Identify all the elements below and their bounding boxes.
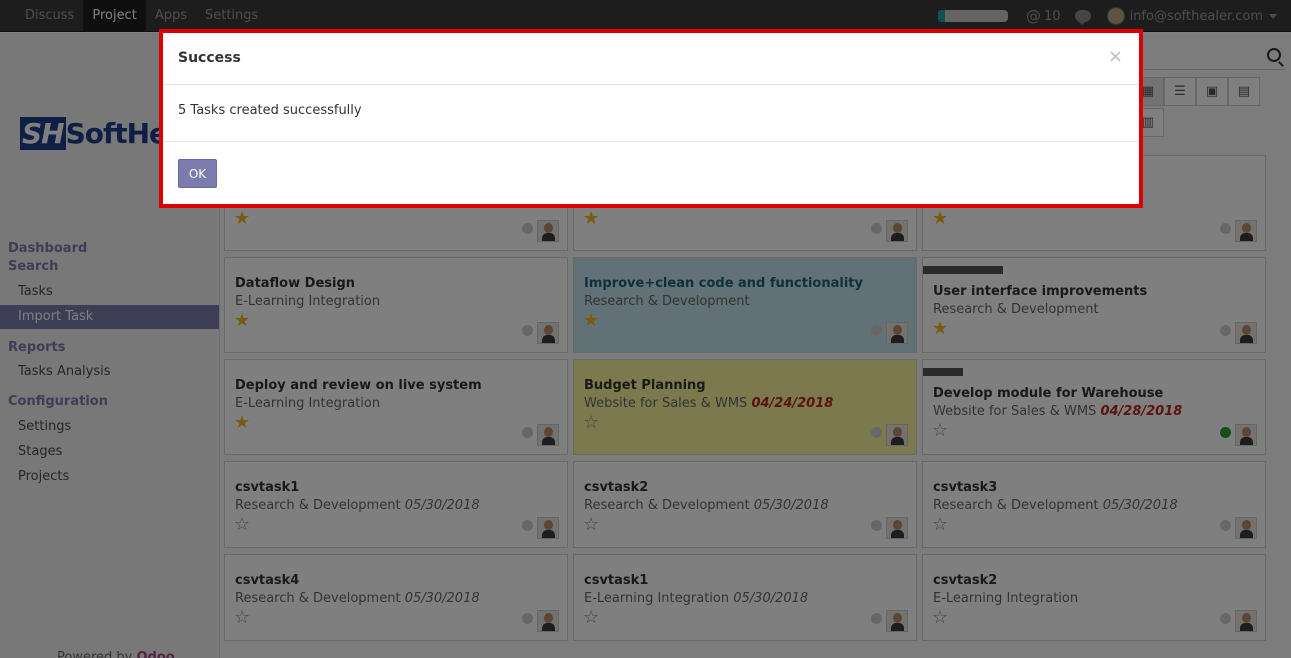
ok-button[interactable]: OK <box>178 159 217 188</box>
dialog-footer: OK <box>163 141 1139 208</box>
dialog-title: Success <box>178 50 241 66</box>
dialog-message: 5 Tasks created successfully <box>178 103 362 118</box>
close-icon[interactable]: × <box>1108 46 1123 67</box>
success-dialog: Success × 5 Tasks created successfully O… <box>159 29 1143 208</box>
dialog-header: Success × <box>163 33 1139 85</box>
